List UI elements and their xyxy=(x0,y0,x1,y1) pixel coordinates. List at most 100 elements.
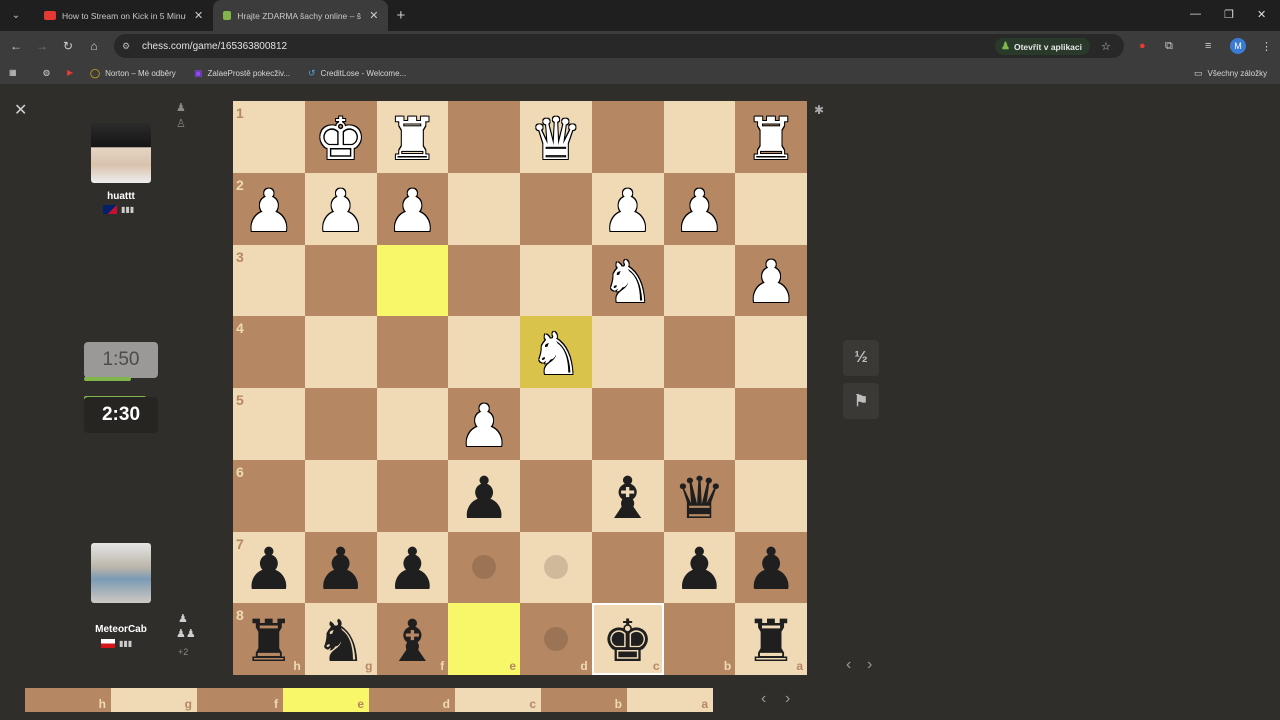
white-queen-icon[interactable]: ♛ xyxy=(530,110,582,168)
board-square[interactable]: ♜ xyxy=(376,101,449,173)
black-queen-icon[interactable]: ♛ xyxy=(673,469,725,527)
black-bishop-icon[interactable]: ♝ xyxy=(386,612,438,670)
white-rook-icon[interactable]: ♜ xyxy=(386,110,438,168)
board-square[interactable]: 6 xyxy=(233,459,305,532)
chess-board[interactable]: 1 ♚ ♜ ♛ ♜ 2 ♟ ♟ ♟ ♟ ♟ 3 ♞ ♟ 4 ♞ 5 ♟ 6 ♟ ♝ ♛ 7 ♟ ♟ ♟ ♟ ♟ 8 h ♜ g ♞ f ♝ e d c ♚ b… xyxy=(233,101,807,675)
board-square[interactable] xyxy=(735,316,807,388)
board-square[interactable] xyxy=(663,101,736,173)
board-square[interactable]: ♟ xyxy=(591,172,664,245)
board-square[interactable] xyxy=(520,459,592,532)
board-square[interactable]: 1 xyxy=(233,101,305,173)
white-pawn-icon[interactable]: ♟ xyxy=(745,253,797,311)
prev-move-icon[interactable]: ‹ xyxy=(846,656,851,674)
board-square[interactable]: 8 h ♜ xyxy=(233,603,305,675)
board-square[interactable]: ♛ xyxy=(663,459,736,532)
board-square[interactable]: ♟ xyxy=(304,172,377,245)
board-square[interactable] xyxy=(591,101,664,173)
restore-icon[interactable]: ❐ xyxy=(1224,8,1234,21)
white-pawn-icon[interactable]: ♟ xyxy=(315,182,367,240)
white-king-icon[interactable]: ♚ xyxy=(315,110,367,168)
minimize-icon[interactable]: — xyxy=(1190,8,1201,20)
board-square[interactable] xyxy=(520,531,592,604)
board-square[interactable]: ♟ xyxy=(304,531,377,604)
board-square[interactable]: g ♞ xyxy=(304,603,377,675)
board-square[interactable]: 4 xyxy=(233,316,305,388)
bookmark-creditlose[interactable]: ↺ CreditLose - Welcome... xyxy=(308,68,406,79)
youtube-icon[interactable]: ▶ xyxy=(67,68,73,77)
tab-chess[interactable]: Hrajte ZDARMA šachy online – šac ✕ xyxy=(213,0,389,31)
tab-kick[interactable]: How to Stream on Kick in 5 Minut ✕ xyxy=(34,0,213,31)
avatar-bottom[interactable] xyxy=(91,543,151,603)
board-square[interactable] xyxy=(663,244,736,317)
board-square[interactable]: ♟ xyxy=(376,531,449,604)
board-square[interactable]: 2 ♟ xyxy=(233,172,305,245)
close-tab-icon[interactable]: ✕ xyxy=(369,9,378,22)
new-tab-icon[interactable]: + xyxy=(396,7,405,24)
player-name-top[interactable]: huattt xyxy=(81,191,161,202)
board-square[interactable] xyxy=(448,244,520,317)
apps-icon[interactable]: ▦ xyxy=(9,68,17,77)
site-info-icon[interactable]: ⚙ xyxy=(122,41,138,52)
board-square[interactable] xyxy=(591,316,664,388)
media-icon[interactable]: ≡ xyxy=(1205,40,1211,52)
board-square[interactable] xyxy=(520,172,592,245)
board-square[interactable]: ♟ xyxy=(376,172,449,245)
board-square[interactable] xyxy=(448,531,520,604)
menu-icon[interactable]: ⋮ xyxy=(1261,40,1272,53)
board-square[interactable]: ♟ xyxy=(663,172,736,245)
board-square[interactable]: d xyxy=(520,603,592,675)
extensions-icon[interactable]: ⧉ xyxy=(1165,40,1173,53)
white-pawn-icon[interactable]: ♟ xyxy=(602,182,654,240)
avatar-top[interactable] xyxy=(91,123,151,183)
board-square[interactable]: ♟ xyxy=(448,459,520,532)
board-square[interactable] xyxy=(304,459,377,532)
board-square[interactable]: a ♜ xyxy=(735,603,807,675)
board-square[interactable] xyxy=(448,316,520,388)
black-king-icon[interactable]: ♚ xyxy=(602,612,654,670)
board-square[interactable] xyxy=(735,459,807,532)
prev-icon[interactable]: ‹ xyxy=(761,690,766,708)
board-square[interactable] xyxy=(520,244,592,317)
black-pawn-icon[interactable]: ♟ xyxy=(458,469,510,527)
bookmark-zalae[interactable]: ▣ ZalaeProstě pokecživ... xyxy=(194,68,290,79)
tab-search-icon[interactable]: ⌄ xyxy=(6,6,26,26)
board-square[interactable]: ♛ xyxy=(520,101,592,173)
board-square[interactable]: ♞ xyxy=(520,316,592,388)
draw-offer-button[interactable]: ½ xyxy=(843,340,879,376)
home-icon[interactable]: ⌂ xyxy=(81,39,107,53)
board-square[interactable] xyxy=(304,316,377,388)
board-square[interactable]: ♜ xyxy=(735,101,807,173)
white-pawn-icon[interactable]: ♟ xyxy=(673,182,725,240)
globe-icon[interactable]: ◍ xyxy=(43,68,50,77)
board-square[interactable]: c ♚ xyxy=(591,603,664,675)
black-pawn-icon[interactable]: ♟ xyxy=(243,540,295,598)
board-square[interactable] xyxy=(735,172,807,245)
legal-move-dot[interactable] xyxy=(543,555,568,580)
board-square[interactable] xyxy=(520,388,592,460)
all-bookmarks[interactable]: ▭ Všechny záložky xyxy=(1194,68,1267,79)
board-square[interactable]: ♝ xyxy=(591,459,664,532)
board-square[interactable] xyxy=(735,388,807,460)
board-square[interactable] xyxy=(663,316,736,388)
extension-red-icon[interactable]: ● xyxy=(1139,40,1146,52)
white-rook-icon[interactable]: ♜ xyxy=(745,110,797,168)
board-square[interactable]: ♟ xyxy=(448,388,520,460)
board-square[interactable]: f ♝ xyxy=(376,603,449,675)
board-square[interactable] xyxy=(448,172,520,245)
black-knight-icon[interactable]: ♞ xyxy=(315,612,367,670)
board-square[interactable]: e xyxy=(448,603,520,675)
board-square[interactable] xyxy=(376,244,449,317)
bookmark-norton[interactable]: ◯ Norton – Mé odběry xyxy=(90,68,176,79)
board-square[interactable] xyxy=(591,388,664,460)
legal-move-dot[interactable] xyxy=(472,555,497,580)
black-pawn-icon[interactable]: ♟ xyxy=(745,540,797,598)
black-rook-icon[interactable]: ♜ xyxy=(745,612,797,670)
black-pawn-icon[interactable]: ♟ xyxy=(315,540,367,598)
close-window-icon[interactable]: ✕ xyxy=(1257,8,1266,21)
board-square[interactable] xyxy=(448,101,520,173)
board-square[interactable]: 7 ♟ xyxy=(233,531,305,604)
next-icon[interactable]: › xyxy=(785,690,790,708)
legal-move-dot[interactable] xyxy=(543,627,568,652)
board-square[interactable]: 5 xyxy=(233,388,305,460)
bookmark-star-icon[interactable]: ☆ xyxy=(1101,40,1111,53)
